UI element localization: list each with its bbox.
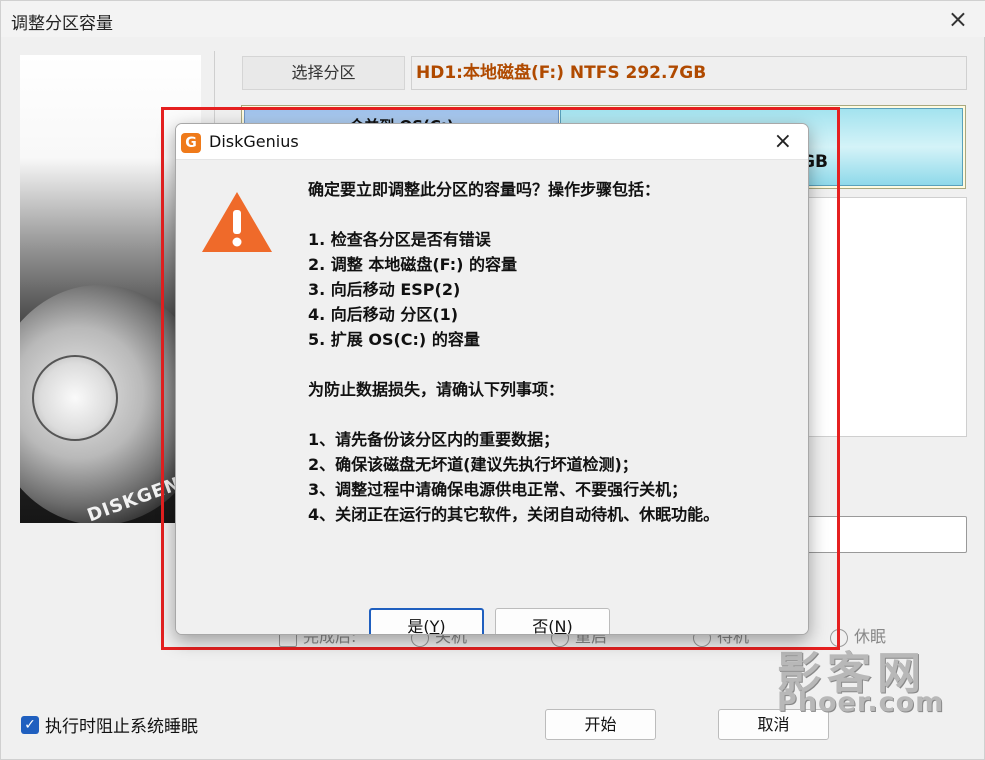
step-item: 5. 扩展 OS(C:) 的容量 <box>308 330 480 349</box>
notice-item: 4、关闭正在运行的其它软件，关闭自动待机、休眠功能。 <box>308 505 720 524</box>
yes-button[interactable]: 是(Y) <box>369 608 484 634</box>
diskgenius-app-icon: G <box>181 133 201 153</box>
watermark: 影客网 Phoer.com <box>771 637 976 725</box>
step-item: 3. 向后移动 ESP(2) <box>308 280 461 299</box>
dialog-title: DiskGenius <box>209 132 299 151</box>
warning-icon <box>202 192 272 252</box>
dialog-message: 确定要立即调整此分区的容量吗？操作步骤包括： 1. 检查各分区是否有错误 2. … <box>308 177 719 527</box>
no-button[interactable]: 否(N) <box>495 608 610 634</box>
watermark-en: Phoer.com <box>777 687 945 718</box>
close-icon[interactable]: × <box>774 128 792 156</box>
dialog-titlebar: G DiskGenius × <box>176 124 808 160</box>
step-item: 1. 检查各分区是否有错误 <box>308 230 491 249</box>
start-button[interactable]: 开始 <box>545 709 656 740</box>
notice-heading: 为防止数据损失，请确认下列事项： <box>308 380 565 399</box>
prevent-sleep-option[interactable]: ✓ 执行时阻止系统睡眠 <box>21 712 198 737</box>
question-text: 确定要立即调整此分区的容量吗？操作步骤包括： <box>308 180 661 199</box>
selected-disk-label: HD1:本地磁盘(F:) NTFS 292.7GB <box>411 56 967 90</box>
prevent-sleep-label: 执行时阻止系统睡眠 <box>45 717 198 737</box>
dialog-body: 确定要立即调整此分区的容量吗？操作步骤包括： 1. 检查各分区是否有错误 2. … <box>176 160 808 634</box>
step-item: 2. 调整 本地磁盘(F:) 的容量 <box>308 255 518 274</box>
checkmark-icon[interactable]: ✓ <box>21 715 39 734</box>
select-partition-button[interactable]: 选择分区 <box>242 56 405 90</box>
confirm-dialog: G DiskGenius × 确定要立即调整此分区的容量吗？操作步骤包括： 1.… <box>175 123 809 635</box>
hdd-hub-graphic <box>32 355 118 441</box>
notice-item: 1、请先备份该分区内的重要数据； <box>308 430 560 449</box>
step-item: 4. 向后移动 分区(1) <box>308 305 459 324</box>
window-titlebar: 调整分区容量 × <box>1 1 985 37</box>
notice-item: 2、确保该磁盘无坏道(建议先执行坏道检测)； <box>308 455 638 474</box>
window-title: 调整分区容量 <box>11 14 113 34</box>
notice-item: 3、调整过程中请确保电源供电正常、不要强行关机； <box>308 480 688 499</box>
close-icon[interactable]: × <box>948 5 968 33</box>
